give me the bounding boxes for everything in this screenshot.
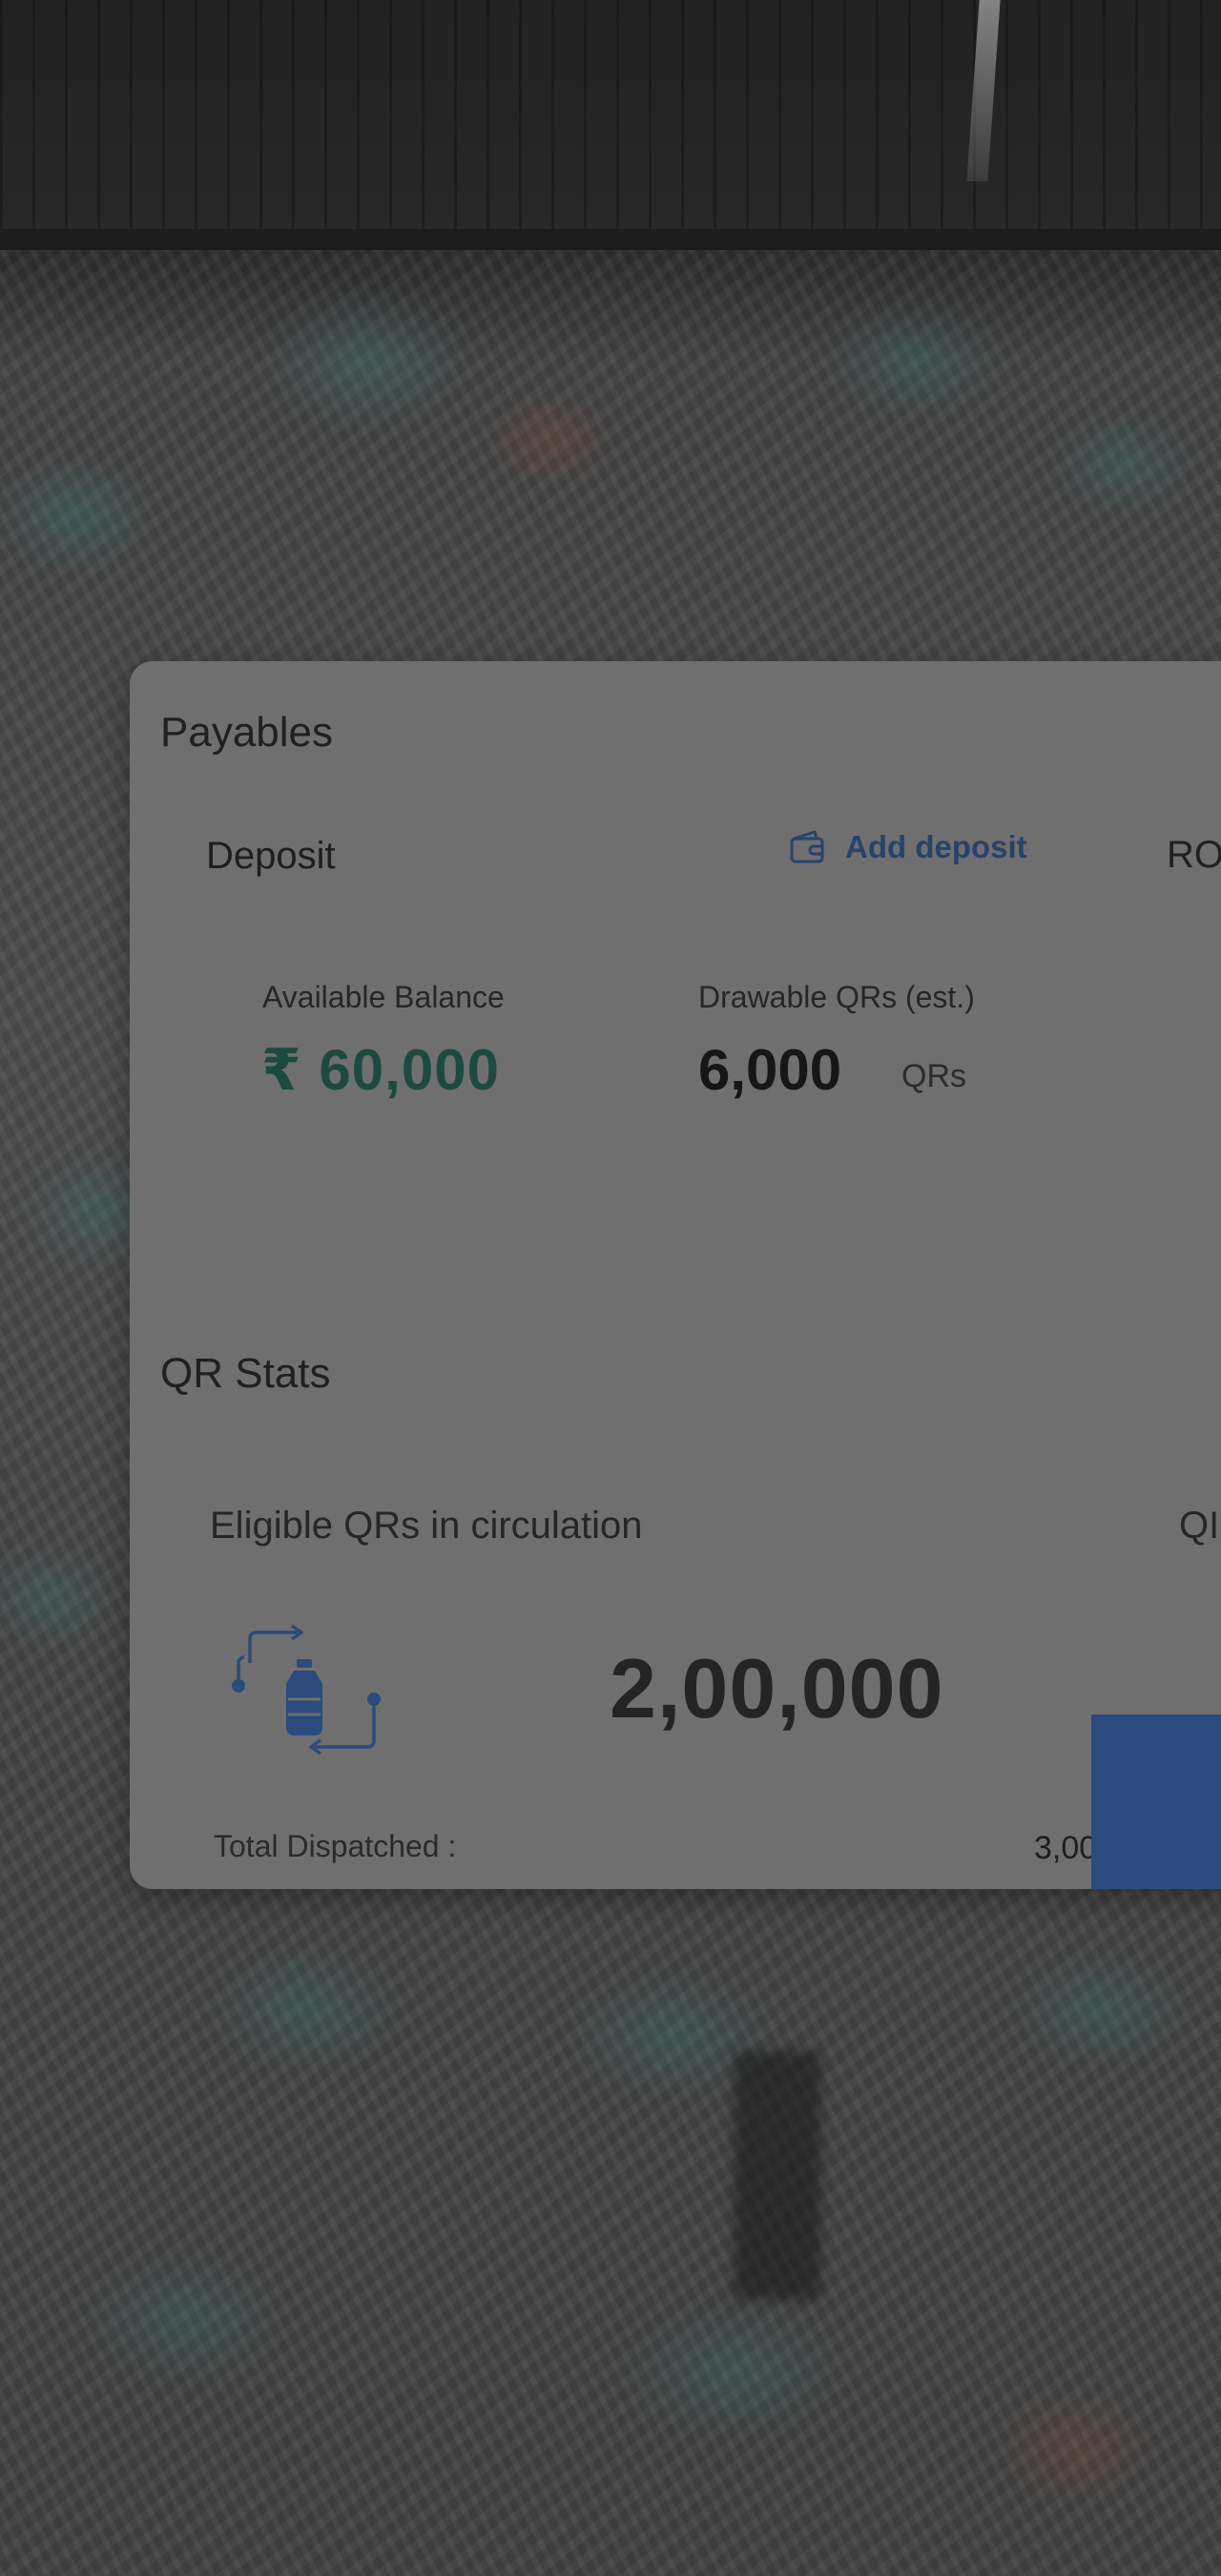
payables-title: Payables	[160, 709, 334, 756]
drawable-qrs-unit: QRs	[901, 1058, 966, 1094]
drawable-qrs-value: 6,000	[698, 1038, 842, 1102]
drawable-qrs-label: Drawable QRs (est.)	[698, 980, 975, 1014]
qr-stats-title: QR Stats	[160, 1350, 331, 1397]
bottle-recycle-icon	[223, 1617, 385, 1775]
deposit-card: Deposit Add deposit Available Balance ₹ …	[160, 781, 1221, 1239]
dashboard-panel: Payables Deposit Add deposit Available B…	[130, 661, 1221, 1889]
deposit-title: Deposit	[206, 835, 336, 877]
add-deposit-label: Add deposit	[845, 829, 1027, 864]
screen: Payables Deposit Add deposit Available B…	[0, 0, 1221, 2576]
available-balance-value: ₹ 60,000	[261, 1038, 500, 1102]
wallet-icon	[788, 829, 826, 865]
eligible-qrs-value: 2,00,000	[610, 1641, 944, 1735]
eligible-qrs-title: Eligible QRs in circulation	[210, 1505, 643, 1547]
qr-card-title-partial: QI	[1179, 1505, 1220, 1547]
available-balance-label: Available Balance	[262, 980, 505, 1014]
total-dispatched-label: Total Dispatched :	[214, 1829, 457, 1863]
eligible-qrs-card: Eligible QRs in circulation 2,00,000 Tot…	[160, 1455, 1210, 1889]
roi-card-title-partial: RO	[1167, 834, 1221, 876]
add-deposit-button[interactable]: Add deposit	[788, 829, 1027, 865]
chart-bar-block[interactable]	[1091, 1714, 1221, 1889]
